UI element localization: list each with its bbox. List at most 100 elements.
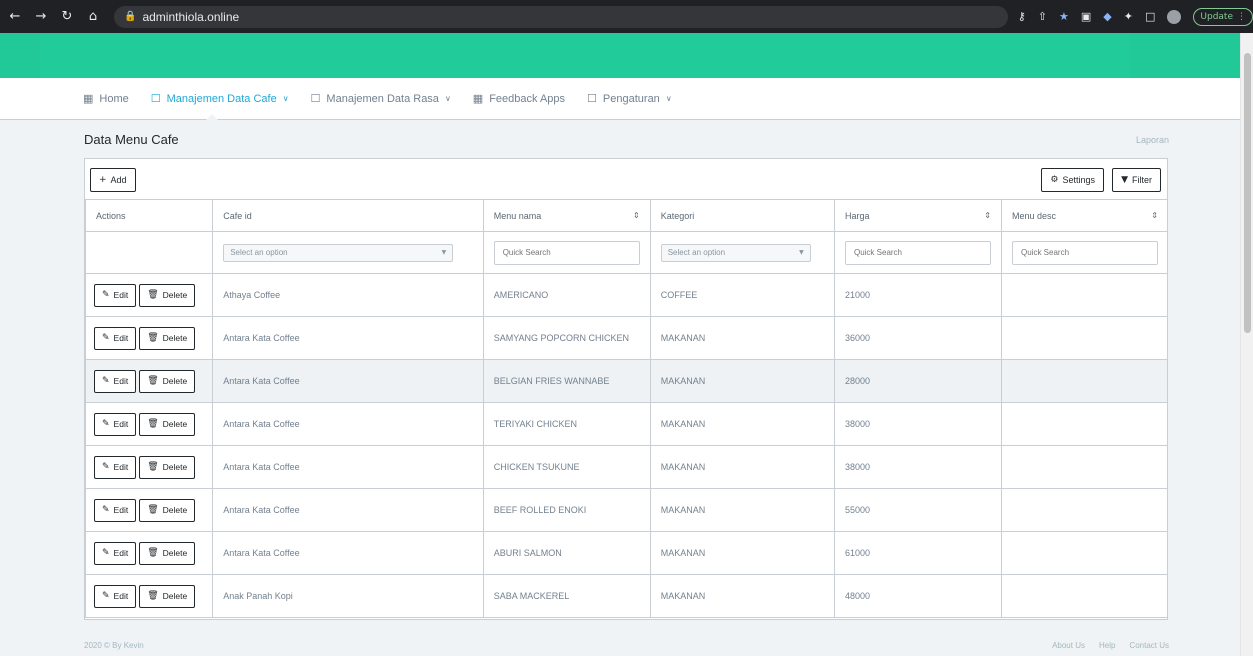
row-actions: ✎ Edit 🗑 Delete [85, 359, 214, 403]
edit-label: Edit [113, 505, 129, 515]
cell-kategori: MAKANAN [649, 359, 835, 403]
row-actions: ✎ Edit 🗑 Delete [85, 531, 214, 575]
nav-item-home[interactable]: ▦ Home [83, 92, 129, 105]
url-text: adminthiola.online [142, 9, 240, 24]
menu-quick-search[interactable] [493, 240, 640, 265]
extension-icon[interactable]: ▣ [1081, 10, 1091, 23]
edit-button[interactable]: ✎ Edit [94, 498, 137, 522]
cell-menu: CHICKEN TSUKUNE [482, 445, 651, 489]
nav-item-manajemen-data-rasa[interactable]: ☐ Manajemen Data Rasa ∨ [311, 92, 451, 105]
table-row: ✎ Edit 🗑 Delete Antara Kata Coffee BEEF ROLLE… [85, 488, 1167, 532]
delete-button[interactable]: 🗑 Delete [139, 326, 196, 350]
breadcrumb[interactable]: Laporan [1136, 135, 1169, 145]
back-icon[interactable]: ← [8, 9, 22, 24]
box-icon: ☐ [587, 92, 597, 105]
delete-label: Delete [162, 591, 188, 601]
star-icon[interactable]: ★ [1059, 10, 1069, 23]
grid-icon: ▦ [83, 92, 94, 105]
cell-harga: 36000 [833, 316, 1003, 360]
table-header-row: Actions Cafe id Menu nama ⇕ Kategori Harg… [85, 199, 1167, 232]
page-scrollbar[interactable] [1240, 33, 1253, 656]
cell-harga: 55000 [833, 488, 1003, 532]
reload-icon[interactable]: ↻ [60, 9, 74, 24]
nav-label: Feedback Apps [489, 92, 566, 105]
footer-link-about[interactable]: About Us [1052, 641, 1085, 650]
pencil-icon: ✎ [102, 290, 110, 300]
edit-label: Edit [113, 333, 129, 343]
delete-button[interactable]: 🗑 Delete [139, 369, 196, 393]
add-button[interactable]: + Add [90, 168, 136, 192]
home-icon[interactable]: ⌂ [86, 9, 100, 24]
nav-item-pengaturan[interactable]: ☐ Pengaturan ∨ [587, 92, 672, 105]
cell-menu: BELGIAN FRIES WANNABE [482, 359, 651, 403]
key-icon[interactable]: ⚷ [1018, 10, 1026, 23]
edit-button[interactable]: ✎ Edit [94, 369, 137, 393]
forward-icon[interactable]: → [34, 9, 48, 24]
scrollbar-thumb[interactable] [1244, 53, 1251, 333]
delete-button[interactable]: 🗑 Delete [139, 498, 196, 522]
active-nav-pointer [206, 114, 218, 120]
nav-label: Manajemen Data Rasa [326, 92, 439, 105]
trash-icon: 🗑 [147, 505, 159, 515]
filter-button[interactable]: ▼ Filter [1112, 168, 1161, 192]
col-menu-desc[interactable]: Menu desc ⇕ [1001, 199, 1167, 232]
filter-cell-empty [85, 231, 214, 274]
harga-quick-search[interactable] [844, 240, 991, 265]
delete-label: Delete [162, 376, 188, 386]
footer-link-contact[interactable]: Contact Us [1129, 641, 1169, 650]
cell-kategori: COFFEE [649, 273, 835, 317]
profile-avatar[interactable] [1167, 9, 1182, 24]
gear-icon: ⚙ [1050, 175, 1059, 185]
nav-item-feedback-apps[interactable]: ▦ Feedback Apps [473, 92, 565, 105]
lock-icon: 🔒 [124, 11, 137, 22]
delete-button[interactable]: 🗑 Delete [139, 283, 196, 307]
cell-menu: AMERICANO [482, 273, 651, 317]
cell-cafe: Antara Kata Coffee [212, 316, 484, 360]
sort-icon[interactable]: ⇕ [984, 211, 991, 220]
edit-button[interactable]: ✎ Edit [94, 283, 137, 307]
edit-button[interactable]: ✎ Edit [94, 412, 137, 436]
cell-harga: 38000 [833, 402, 1003, 446]
sidepanel-icon[interactable]: □ [1145, 10, 1155, 23]
filter-cell-harga [833, 231, 1003, 274]
delete-button[interactable]: 🗑 Delete [139, 455, 196, 479]
cell-desc [1001, 445, 1167, 489]
edit-button[interactable]: ✎ Edit [94, 455, 137, 479]
app-header-inner [40, 33, 1130, 78]
filter-cell-menu [482, 231, 651, 274]
pin-icon[interactable]: ✦ [1124, 10, 1133, 23]
desc-quick-search[interactable] [1012, 240, 1158, 265]
col-actions: Actions [85, 199, 214, 232]
cell-desc [1001, 574, 1167, 618]
share-icon[interactable]: ⇧ [1038, 10, 1047, 23]
col-cafe-id[interactable]: Cafe id [212, 199, 484, 232]
trash-icon: 🗑 [147, 290, 159, 300]
sort-icon[interactable]: ⇕ [633, 211, 640, 220]
cafe-select[interactable]: Select an option ▼ [223, 243, 454, 262]
edit-button[interactable]: ✎ Edit [94, 541, 137, 565]
footer-link-help[interactable]: Help [1099, 641, 1115, 650]
delete-button[interactable]: 🗑 Delete [139, 541, 196, 565]
cell-harga: 61000 [833, 531, 1003, 575]
puzzle-icon[interactable]: ◆ [1103, 10, 1111, 23]
kategori-select[interactable]: Select an option ▼ [660, 243, 811, 262]
settings-button[interactable]: ⚙ Settings [1041, 168, 1104, 192]
edit-button[interactable]: ✎ Edit [94, 326, 137, 350]
chevron-down-icon: ∨ [444, 94, 451, 103]
update-button[interactable]: Update ⋮ [1193, 7, 1253, 26]
edit-button[interactable]: ✎ Edit [94, 584, 137, 608]
nav-item-manajemen-data-cafe[interactable]: ☐ Manajemen Data Cafe ∨ [151, 92, 289, 105]
cell-menu: SAMYANG POPCORN CHICKEN [482, 316, 651, 360]
delete-button[interactable]: 🗑 Delete [139, 584, 196, 608]
pencil-icon: ✎ [102, 333, 110, 343]
col-harga[interactable]: Harga ⇕ [833, 199, 1003, 232]
sort-icon[interactable]: ⇕ [1151, 211, 1158, 220]
update-label: Update [1200, 11, 1233, 22]
col-menu-nama[interactable]: Menu nama ⇕ [482, 199, 651, 232]
cell-cafe: Antara Kata Coffee [212, 445, 484, 489]
address-bar[interactable]: 🔒 adminthiola.online [114, 5, 1008, 28]
cell-menu: BEEF ROLLED ENOKI [482, 488, 651, 532]
delete-button[interactable]: 🗑 Delete [139, 412, 196, 436]
col-kategori[interactable]: Kategori [649, 199, 835, 232]
cell-kategori: MAKANAN [649, 574, 835, 618]
